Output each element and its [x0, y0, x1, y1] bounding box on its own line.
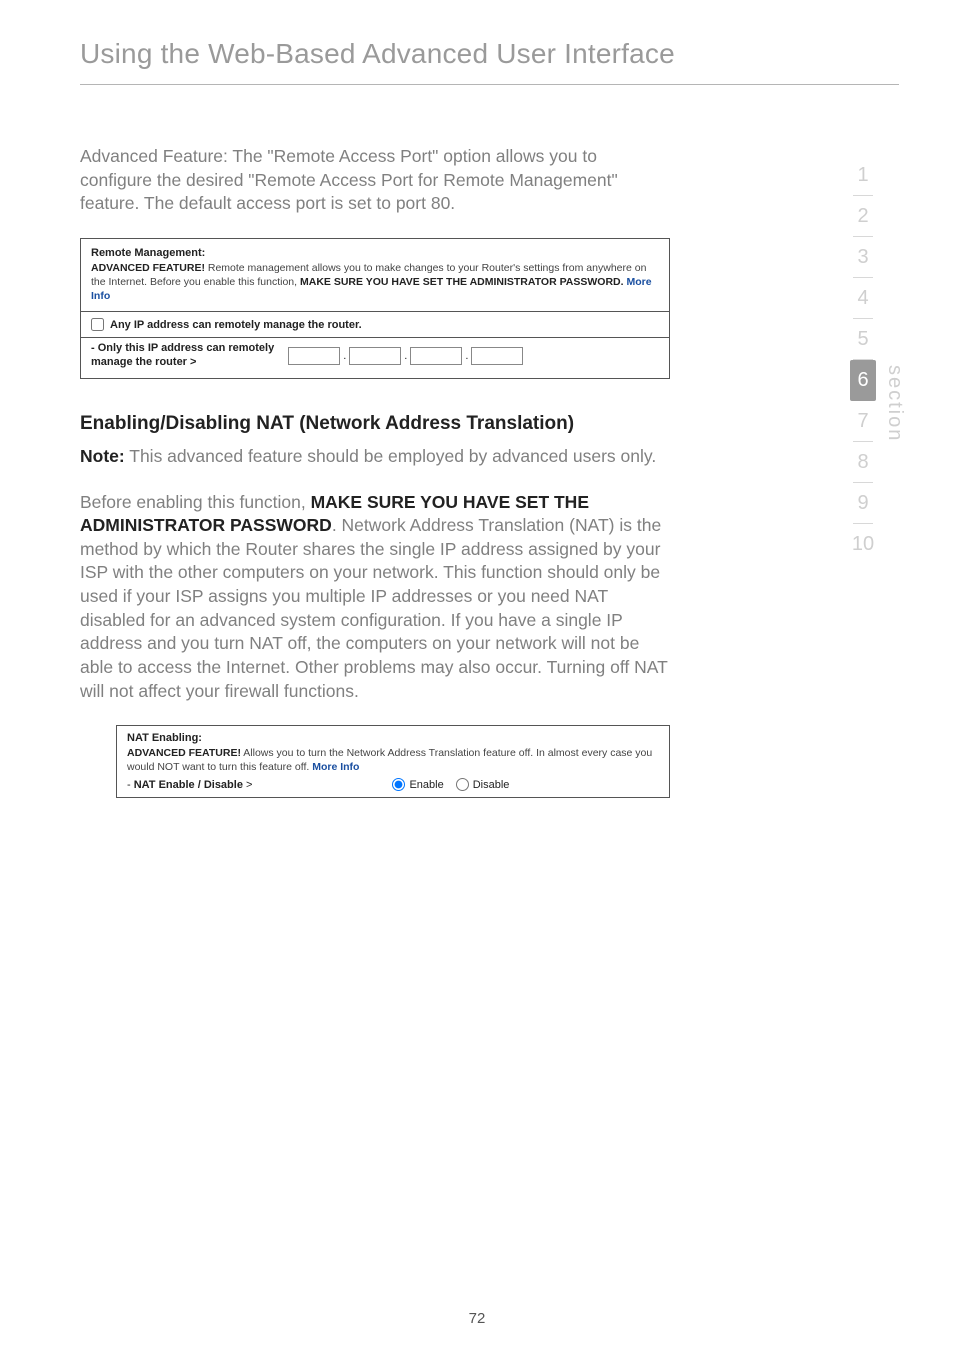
nat-para-rest: . Network Address Translation (NAT) is t… — [80, 515, 668, 700]
page-title: Using the Web-Based Advanced User Interf… — [0, 0, 954, 80]
page-number: 72 — [0, 1310, 954, 1327]
nat-enable-row: - NAT Enable / Disable > Enable Disable — [127, 774, 659, 791]
adv-feature-bold: ADVANCED FEATURE! — [91, 262, 205, 274]
nav-item-3[interactable]: 3 — [850, 237, 876, 278]
ip-octet-1[interactable] — [288, 347, 340, 365]
nav-item-9[interactable]: 9 — [850, 483, 876, 524]
nat-row-label: - NAT Enable / Disable > — [127, 779, 252, 791]
nat-disable-option[interactable]: Disable — [456, 778, 510, 791]
nat-enable-radio[interactable] — [392, 778, 405, 791]
any-ip-text: Any IP address can remotely manage the r… — [110, 319, 362, 331]
remote-panel-text: ADVANCED FEATURE! Remote management allo… — [91, 261, 659, 304]
nat-note: Note: This advanced feature should be em… — [80, 445, 670, 469]
ip-input-group: . . . — [288, 347, 523, 365]
intro-paragraph: Advanced Feature: The "Remote Access Por… — [80, 145, 670, 216]
any-ip-label[interactable]: Any IP address can remotely manage the r… — [91, 318, 659, 331]
nav-item-5[interactable]: 5 — [850, 319, 876, 360]
nat-note-rest: This advanced feature should be employed… — [125, 446, 657, 466]
nat-panel-heading: NAT Enabling: — [127, 732, 659, 744]
nav-item-10[interactable]: 10 — [850, 524, 876, 565]
dot-icon: . — [403, 350, 408, 362]
nat-panel-text: ADVANCED FEATURE! Allows you to turn the… — [127, 746, 659, 774]
dot-icon: . — [342, 350, 347, 362]
section-label: section — [883, 155, 906, 442]
nat-enable-option[interactable]: Enable — [392, 778, 443, 791]
only-ip-label: - Only this IP address can remotely mana… — [91, 342, 274, 370]
nat-note-bold: Note: — [80, 446, 125, 466]
remote-management-panel: Remote Management: ADVANCED FEATURE! Rem… — [80, 238, 670, 379]
ip-octet-2[interactable] — [349, 347, 401, 365]
nat-radio-group: Enable Disable — [392, 778, 509, 791]
nat-more-info-link[interactable]: More Info — [312, 761, 359, 773]
remote-panel-heading: Remote Management: — [91, 247, 659, 259]
nav-item-6[interactable]: 6 — [850, 360, 876, 401]
ip-octet-4[interactable] — [471, 347, 523, 365]
nat-para-pre: Before enabling this function, — [80, 492, 311, 512]
nat-disable-radio[interactable] — [456, 778, 469, 791]
nav-item-4[interactable]: 4 — [850, 278, 876, 319]
dot-icon: . — [464, 350, 469, 362]
nat-disable-label: Disable — [473, 779, 510, 791]
nat-paragraph: Before enabling this function, MAKE SURE… — [80, 491, 670, 704]
remote-text-bold2: MAKE SURE YOU HAVE SET THE ADMINISTRATOR… — [300, 276, 624, 288]
main-content: Advanced Feature: The "Remote Access Por… — [0, 85, 780, 798]
ip-octet-3[interactable] — [410, 347, 462, 365]
any-ip-checkbox[interactable] — [91, 318, 104, 331]
nav-item-7[interactable]: 7 — [850, 401, 876, 442]
nat-adv-feature-bold: ADVANCED FEATURE! — [127, 747, 241, 759]
nav-item-8[interactable]: 8 — [850, 442, 876, 483]
nat-enable-label: Enable — [409, 779, 443, 791]
nav-item-2[interactable]: 2 — [850, 196, 876, 237]
only-ip-row: - Only this IP address can remotely mana… — [81, 338, 669, 378]
nat-enabling-panel: NAT Enabling: ADVANCED FEATURE! Allows y… — [116, 725, 670, 798]
section-side-nav: 1 2 3 4 5 6 7 8 9 10 section — [850, 155, 906, 565]
nav-item-1[interactable]: 1 — [850, 155, 876, 196]
nav-numbers: 1 2 3 4 5 6 7 8 9 10 — [850, 155, 876, 565]
nat-section-heading: Enabling/Disabling NAT (Network Address … — [80, 413, 670, 435]
any-ip-row: Any IP address can remotely manage the r… — [81, 312, 669, 337]
